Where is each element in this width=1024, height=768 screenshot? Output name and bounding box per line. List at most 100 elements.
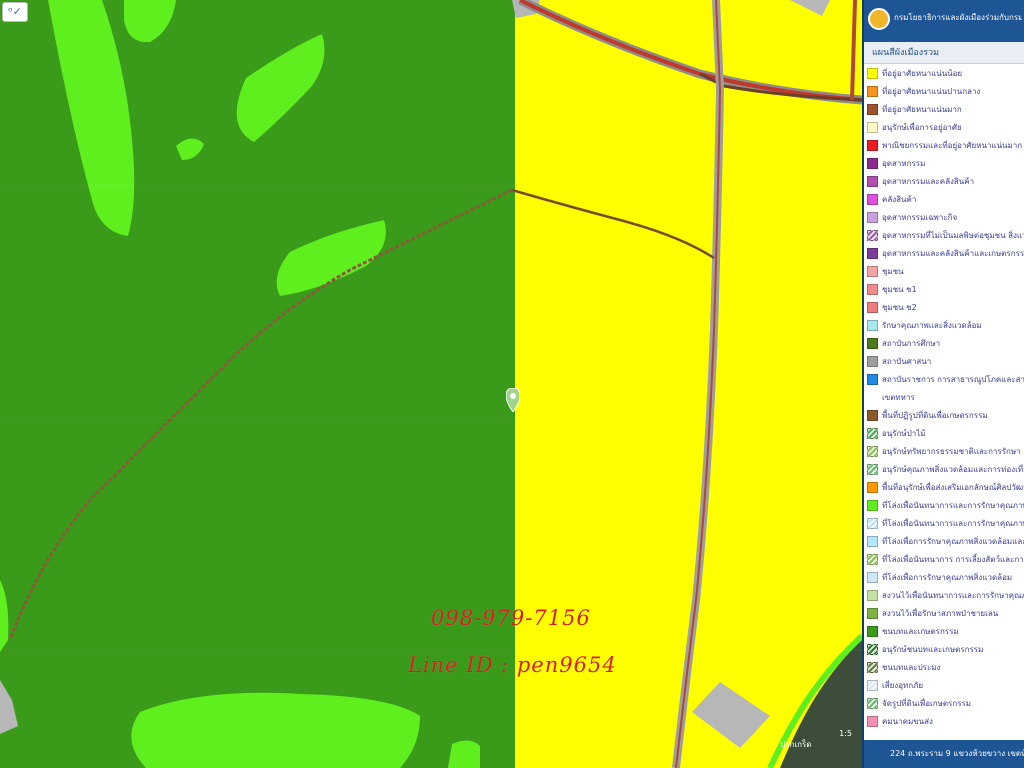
legend-item-label: อนุรักษ์ชนบทและเกษตรกรรม — [882, 645, 984, 654]
scale-place: ปากเกร็ด — [780, 740, 812, 749]
legend-item: ชุมชน — [864, 263, 1024, 281]
legend-swatch — [867, 374, 878, 385]
legend-item-label: ที่โล่งเพื่อนันทนาการและการรักษาคุณภาพ — [882, 501, 1024, 510]
legend-swatch — [867, 104, 878, 115]
legend-swatch — [867, 158, 878, 169]
legend-item-label: ที่อยู่อาศัยหนาแน่นน้อย — [882, 69, 963, 78]
legend-item: คลังสินค้า — [864, 191, 1024, 209]
legend-item-label: ที่โล่งเพื่อนันทนาการ การเลี้ยงสัตว์และก… — [882, 555, 1024, 564]
legend-swatch — [867, 464, 878, 475]
legend-header: กรมโยธาธิการและผังเมืองร่วมกับกรมที่ดิน — [864, 0, 1024, 42]
legend-subtitle: แผนสีผังเมืองรวม — [864, 42, 1024, 64]
legend-item-label: ที่โล่งเพื่อนันทนาการและการรักษาคุณภาพ — [882, 519, 1024, 528]
map-viewer[interactable]: ᵒ✓ 098-979-7156 Line ID : pen9654 1:5 ปา… — [0, 0, 1024, 768]
legend-swatch — [867, 518, 878, 529]
legend-item: สถาบันการศึกษา — [864, 335, 1024, 353]
legend-item-label: อนุรักษ์เพื่อการอยู่อาศัย — [882, 123, 962, 132]
legend-item: อนุรักษ์คุณภาพสิ่งแวดล้อมและการท่องเที่ย… — [864, 461, 1024, 479]
legend-item: พาณิชยกรรมและที่อยู่อาศัยหนาแน่นมาก — [864, 137, 1024, 155]
legend-item: ชุมชน ช2 — [864, 299, 1024, 317]
legend-item-label: ที่อยู่อาศัยหนาแน่นมาก — [882, 105, 962, 114]
legend-item-label: อนุรักษ์ป่าไม้ — [882, 429, 926, 438]
legend-item-label: อนุรักษ์คุณภาพสิ่งแวดล้อมและการท่องเที่ย… — [882, 465, 1024, 474]
agency-title: กรมโยธาธิการและผังเมืองร่วมกับกรมที่ดิน — [894, 13, 1022, 22]
scale-ratio: 1:5 — [839, 729, 852, 738]
legend-swatch — [867, 176, 878, 187]
legend-swatch — [867, 662, 878, 673]
legend-item-label: ที่โล่งเพื่อการรักษาคุณภาพสิ่งแวดล้อมและ… — [882, 537, 1024, 546]
legend-swatch — [867, 572, 878, 583]
legend-item-label: จัดรูปที่ดินเพื่อเกษตรกรรม — [882, 699, 972, 708]
legend-swatch — [867, 230, 878, 241]
legend-item-label: รักษาคุณภาพและสิ่งแวดล้อม — [882, 321, 982, 330]
legend-item: อนุรักษ์ชนบทและเกษตรกรรม — [864, 641, 1024, 659]
legend-item: สถาบันศาสนา — [864, 353, 1024, 371]
legend-item: อนุรักษ์เพื่อการอยู่อาศัย — [864, 119, 1024, 137]
location-pin-icon[interactable] — [506, 388, 520, 412]
legend-item: ที่โล่งเพื่อนันทนาการและการรักษาคุณภาพ — [864, 515, 1024, 533]
legend-item: พื้นที่ปฏิรูปที่ดินเพื่อเกษตรกรรม — [864, 407, 1024, 425]
legend-item-label: อุตสาหกรรมที่ไม่เป็นมลพิษต่อชุมชน สิ่งแว… — [882, 231, 1024, 240]
legend-swatch — [867, 302, 878, 313]
legend-item-label: สถาบันศาสนา — [882, 357, 932, 366]
open-space-patch — [131, 692, 420, 768]
legend-list: ที่อยู่อาศัยหนาแน่นน้อยที่อยู่อาศัยหนาแน… — [864, 64, 1024, 731]
legend-item: ที่โล่งเพื่อการรักษาคุณภาพสิ่งแวดล้อมและ… — [864, 533, 1024, 551]
legend-item-label: ชุมชน ช1 — [882, 285, 917, 294]
legend-swatch — [867, 194, 878, 205]
legend-item-label: สถาบันการศึกษา — [882, 339, 941, 348]
legend-item-label: ชนบทและเกษตรกรรม — [882, 627, 959, 636]
watermark-line-id: Line ID : pen9654 — [408, 653, 617, 677]
legend-item: พื้นที่อนุรักษ์เพื่อส่งเสริมเอกลักษณ์ศิล… — [864, 479, 1024, 497]
legend-item-label: พื้นที่อนุรักษ์เพื่อส่งเสริมเอกลักษณ์ศิล… — [882, 483, 1024, 492]
legend-item-label: คลังสินค้า — [882, 195, 917, 204]
legend-swatch — [867, 626, 878, 637]
legend-swatch — [867, 320, 878, 331]
legend-item: คมนาคมขนส่ง — [864, 713, 1024, 731]
legend-swatch — [867, 338, 878, 349]
map-control-button[interactable]: ᵒ✓ — [2, 2, 28, 22]
legend-swatch — [867, 536, 878, 547]
legend-item: ที่อยู่อาศัยหนาแน่นน้อย — [864, 65, 1024, 83]
legend-swatch — [867, 500, 878, 511]
legend-item: ที่โล่งเพื่อนันทนาการ การเลี้ยงสัตว์และก… — [864, 551, 1024, 569]
legend-swatch — [867, 698, 878, 709]
legend-item-label: สถาบันราชการ การสาธารณูปโภคและสาธารณูปกา… — [882, 375, 1024, 384]
legend-item: ชนบทและเกษตรกรรม — [864, 623, 1024, 641]
legend-swatch — [867, 212, 878, 223]
legend-swatch — [867, 266, 878, 277]
legend-item-label: ที่โล่งเพื่อการรักษาคุณภาพสิ่งแวดล้อม — [882, 573, 1013, 582]
legend-item: ที่โล่งเพื่อนันทนาการและการรักษาคุณภาพ — [864, 497, 1024, 515]
legend-swatch — [867, 716, 878, 727]
legend-item-label: เขตทหาร — [882, 393, 915, 402]
legend-swatch — [867, 356, 878, 367]
legend-item-label: สงวนไว้เพื่อรักษาสภาพป่าชายเลน — [882, 609, 999, 618]
legend-item: อนุรักษ์ป่าไม้ — [864, 425, 1024, 443]
legend-item-label: ชนบทและประมง — [882, 663, 941, 672]
legend-item: ที่อยู่อาศัยหนาแน่นปานกลาง — [864, 83, 1024, 101]
legend-item-label: อุตสาหกรรม — [882, 159, 926, 168]
legend-item: สงวนไว้เพื่อนันทนาการและการรักษาคุณภาพ — [864, 587, 1024, 605]
legend-item: รักษาคุณภาพและสิ่งแวดล้อม — [864, 317, 1024, 335]
legend-swatch — [867, 86, 878, 97]
legend-swatch — [867, 644, 878, 655]
legend-item: อุตสาหกรรมและคลังสินค้า — [864, 173, 1024, 191]
legend-swatch — [867, 68, 878, 79]
legend-swatch — [867, 122, 878, 133]
legend-item: อุตสาหกรรมที่ไม่เป็นมลพิษต่อชุมชน สิ่งแว… — [864, 227, 1024, 245]
legend-item: สถาบันราชการ การสาธารณูปโภคและสาธารณูปกา… — [864, 371, 1024, 389]
legend-item-label: อุตสาหกรรมและคลังสินค้าและเกษตรกรรม — [882, 249, 1024, 258]
legend-swatch — [867, 482, 878, 493]
legend-item-label: เสี่ยงอุทกภัย — [882, 681, 924, 690]
legend-body[interactable]: แผนสีผังเมืองรวม ที่อยู่อาศัยหนาแน่นน้อย… — [864, 42, 1024, 740]
legend-item-label: ที่อยู่อาศัยหนาแน่นปานกลาง — [882, 87, 981, 96]
open-space-patch — [448, 740, 480, 768]
legend-item-label: สงวนไว้เพื่อนันทนาการและการรักษาคุณภาพ — [882, 591, 1024, 600]
legend-swatch — [867, 446, 878, 457]
legend-item: อุตสาหกรรม — [864, 155, 1024, 173]
legend-item: เขตทหาร — [864, 389, 1024, 407]
legend-swatch — [867, 284, 878, 295]
legend-item: จัดรูปที่ดินเพื่อเกษตรกรรม — [864, 695, 1024, 713]
legend-item: อนุรักษ์ทรัพยากรธรรมชาติและการรักษา — [864, 443, 1024, 461]
legend-item-label: อุตสาหกรรมเฉพาะกิจ — [882, 213, 958, 222]
